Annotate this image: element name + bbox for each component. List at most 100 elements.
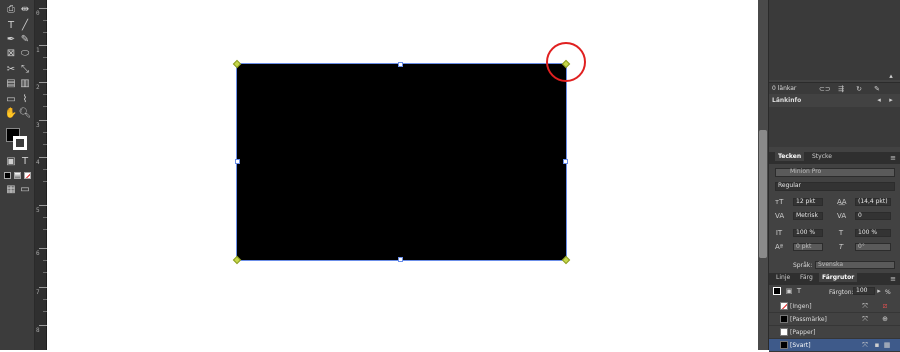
prev-icon[interactable]: ◂ bbox=[875, 96, 883, 104]
kerning-icon: VA bbox=[775, 212, 785, 220]
gradient-feather-tool-icon[interactable]: ▥ bbox=[18, 78, 32, 90]
font-family-field[interactable]: Minion Pro bbox=[775, 168, 895, 177]
leading-value: (14,4 pkt) bbox=[858, 198, 888, 205]
fill-stroke-mini-icon[interactable] bbox=[773, 287, 781, 295]
go-to-link-icon[interactable]: ⇶ bbox=[837, 85, 845, 93]
tab-stycke[interactable]: Stycke bbox=[809, 152, 835, 161]
vertical-scale-value: 100 % bbox=[796, 229, 816, 236]
next-icon[interactable]: ▸ bbox=[887, 96, 895, 104]
tools-panel: ⎙ ⇹ T ╱ ✒ ✎ ⊠ ⬭ ✂ ⤡ ▤ ▥ ▭ ⌇ ✋ 🔍︎ ▣ T ▦ ▭ bbox=[0, 0, 35, 350]
apply-color-button[interactable] bbox=[4, 172, 11, 179]
language-field[interactable]: Svenska bbox=[815, 261, 895, 269]
apply-none-button[interactable] bbox=[24, 172, 31, 179]
link-info-header[interactable]: Länkinfo ◂ ▸ bbox=[769, 95, 900, 106]
rectangle-frame-tool-icon[interactable]: ⊠ bbox=[4, 48, 18, 60]
black-rectangle-frame[interactable] bbox=[236, 63, 567, 261]
links-count: 0 länkar bbox=[772, 85, 797, 92]
character-panel-tabs: Tecken Stycke ≡ bbox=[769, 152, 900, 164]
swatch-row[interactable]: [Papper] bbox=[769, 326, 900, 339]
type-tool-icon[interactable]: T bbox=[4, 20, 18, 32]
scroll-arrow-icon[interactable]: ▴ bbox=[887, 72, 895, 80]
link-info-area bbox=[769, 107, 900, 147]
container-icon[interactable]: ▣ bbox=[785, 287, 793, 295]
horizontal-scale-value: 100 % bbox=[858, 229, 878, 236]
font-size-field[interactable]: 12 pkt bbox=[793, 198, 823, 206]
normal-view-icon[interactable]: ▦ bbox=[4, 184, 18, 196]
zoom-tool-icon[interactable]: 🔍︎ bbox=[18, 108, 32, 120]
frame-handle-bottom[interactable] bbox=[398, 257, 403, 262]
kerning-field[interactable]: Metrisk bbox=[793, 212, 823, 220]
swatch-label: [Svart] bbox=[790, 342, 811, 349]
horizontal-scale-field[interactable]: 100 % bbox=[855, 229, 891, 237]
text-format-icon[interactable]: T bbox=[795, 287, 803, 295]
ellipse-tool-icon[interactable]: ⬭ bbox=[18, 48, 32, 60]
swatch-label: [Papper] bbox=[790, 329, 816, 336]
apply-gradient-button[interactable] bbox=[14, 172, 21, 179]
pen-tool-icon[interactable]: ✒ bbox=[4, 34, 18, 46]
tint-dropdown-icon[interactable]: ▸ bbox=[875, 287, 883, 295]
preview-mode-icon[interactable]: ▭ bbox=[18, 184, 32, 196]
scrollbar-thumb[interactable] bbox=[759, 130, 767, 258]
tab-tecken[interactable]: Tecken bbox=[775, 152, 805, 161]
pencil-tool-icon[interactable]: ✎ bbox=[18, 34, 32, 46]
document-canvas[interactable] bbox=[48, 0, 758, 350]
gap-tool-icon[interactable]: ⇹ bbox=[18, 4, 32, 16]
baseline-shift-icon: Aª bbox=[775, 243, 784, 251]
relink-icon[interactable]: ⊂⊃ bbox=[819, 85, 831, 93]
none-icon: ⧄ bbox=[882, 302, 888, 310]
frame-handle-right[interactable] bbox=[563, 159, 568, 164]
tint-field[interactable]: 100 bbox=[853, 287, 875, 295]
baseline-shift-field[interactable]: 0 pkt bbox=[793, 243, 823, 251]
language-label: Språk: bbox=[793, 262, 813, 269]
no-edit-icon: ⤧ bbox=[862, 315, 868, 323]
tracking-field[interactable]: 0 bbox=[855, 212, 891, 220]
formatting-container-icon[interactable]: ▣ bbox=[4, 156, 18, 168]
update-link-icon[interactable]: ↻ bbox=[855, 85, 863, 93]
link-info-title: Länkinfo bbox=[772, 97, 802, 104]
skew-value: 0° bbox=[858, 243, 865, 250]
line-tool-icon[interactable]: ╱ bbox=[18, 20, 32, 32]
swatch-paper-chip bbox=[780, 328, 788, 336]
no-edit-icon: ⤧ bbox=[862, 302, 868, 310]
swatch-row[interactable]: [Ingen] ⤧ ⧄ bbox=[769, 300, 900, 313]
font-style-field[interactable]: Regular bbox=[775, 182, 895, 191]
tab-linje[interactable]: Linje bbox=[773, 273, 793, 282]
gradient-tool-icon[interactable]: ▤ bbox=[4, 78, 18, 90]
tint-unit: % bbox=[885, 289, 891, 296]
skew-icon: T bbox=[838, 243, 844, 251]
hand-tool-icon[interactable]: ✋ bbox=[4, 108, 18, 120]
skew-field[interactable]: 0° bbox=[855, 243, 891, 251]
tracking-value: 0 bbox=[858, 212, 862, 219]
tracking-icon: VA bbox=[837, 212, 847, 220]
frame-corner-bottom-right[interactable] bbox=[561, 255, 571, 265]
vertical-scale-icon: IT bbox=[775, 229, 783, 237]
swatch-row[interactable]: [Passmärke] ⤧ ⊕ bbox=[769, 313, 900, 326]
eyedropper-tool-icon[interactable]: ⌇ bbox=[18, 94, 32, 106]
frame-handle-left[interactable] bbox=[235, 159, 240, 164]
vertical-scrollbar[interactable] bbox=[758, 0, 768, 350]
font-size-icon: ᴛT bbox=[775, 198, 784, 206]
page-tool-icon[interactable]: ⎙ bbox=[4, 4, 18, 16]
note-tool-icon[interactable]: ▭ bbox=[4, 94, 18, 106]
swatch-label: [Ingen] bbox=[790, 303, 812, 310]
vertical-scale-field[interactable]: 100 % bbox=[793, 229, 823, 237]
swatches-menu-icon[interactable]: ≡ bbox=[889, 275, 897, 283]
edit-original-icon[interactable]: ✎ bbox=[873, 85, 881, 93]
swatch-none-chip bbox=[780, 302, 788, 310]
panel-menu-icon[interactable]: ≡ bbox=[889, 154, 897, 162]
stroke-swatch[interactable] bbox=[13, 136, 27, 150]
tab-farg[interactable]: Färg bbox=[797, 273, 816, 282]
swatch-label: [Passmärke] bbox=[790, 316, 827, 323]
swatch-row-selected[interactable]: [Svart] ⤧ ▪ ▦ bbox=[769, 339, 900, 352]
baseline-shift-value: 0 pkt bbox=[796, 243, 812, 250]
right-panels: ▴ 0 länkar ⊂⊃ ⇶ ↻ ✎ Länkinfo ◂ ▸ Tecken … bbox=[768, 0, 900, 352]
process-color-icon: ▪ bbox=[874, 341, 880, 349]
highlight-circle bbox=[546, 42, 586, 82]
leading-field[interactable]: (14,4 pkt) bbox=[855, 198, 891, 206]
free-transform-tool-icon[interactable]: ⤡ bbox=[18, 64, 32, 76]
scissors-tool-icon[interactable]: ✂ bbox=[4, 64, 18, 76]
tab-fargrutor[interactable]: Färgrutor bbox=[819, 273, 858, 282]
formatting-text-icon[interactable]: T bbox=[18, 156, 32, 168]
cmyk-icon: ▦ bbox=[883, 341, 891, 349]
frame-handle-top[interactable] bbox=[398, 62, 403, 67]
